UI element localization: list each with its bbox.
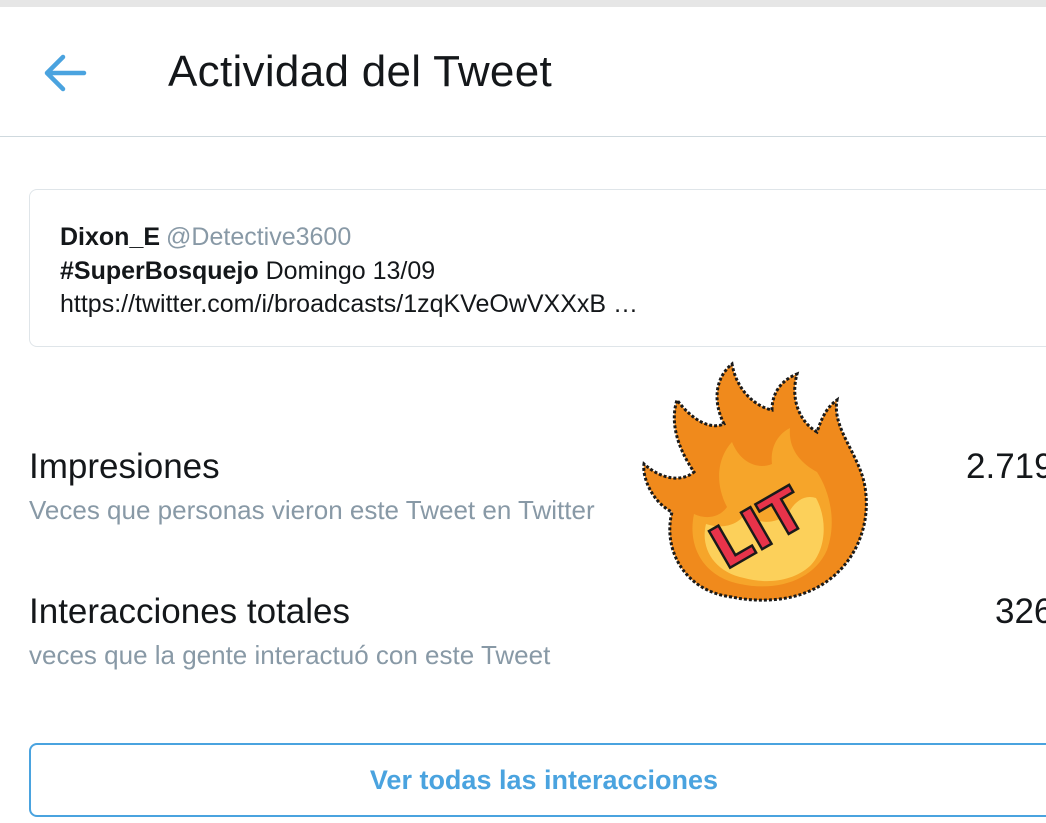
author-name: Dixon_E (60, 223, 161, 251)
tweet-author: Dixon_E @Detective3600 (60, 223, 351, 252)
metric-description: Veces que personas vieron este Tweet en … (29, 495, 595, 525)
view-all-interactions-button[interactable]: Ver todas las interacciones (29, 743, 1046, 817)
tweet-hashtag[interactable]: #SuperBosquejo (60, 257, 259, 285)
status-bar-strip (0, 0, 1046, 7)
tweet-activity-screen: Actividad del Tweet Dixon_E @Detective360… (0, 0, 1046, 823)
back-button[interactable] (36, 48, 94, 98)
fire-sticker-icon: LIT (632, 352, 882, 608)
app-header: Actividad del Tweet (0, 7, 1046, 137)
tweet-preview-card[interactable]: Dixon_E @Detective3600 #SuperBosquejo Dom… (29, 189, 1046, 347)
view-all-interactions-label: Ver todas las interacciones (369, 765, 719, 795)
arrow-left-icon (44, 54, 87, 92)
metric-title: Impresiones (29, 447, 220, 486)
tweet-link[interactable]: https://twitter.com/i/broadcasts/1zqKVeO… (60, 290, 638, 319)
tweet-text-rest: Domingo 13/09 (258, 257, 436, 285)
tweet-text: #SuperBosquejo Domingo 13/09 (60, 257, 435, 286)
metric-description: veces que la gente interactuó con este T… (29, 640, 551, 670)
metric-value: 326 (995, 592, 1046, 631)
metric-title: Interacciones totales (29, 592, 351, 631)
page-title: Actividad del Tweet (168, 47, 552, 96)
metric-value: 2.719 (966, 447, 1046, 486)
author-handle: @Detective3600 (166, 223, 352, 251)
